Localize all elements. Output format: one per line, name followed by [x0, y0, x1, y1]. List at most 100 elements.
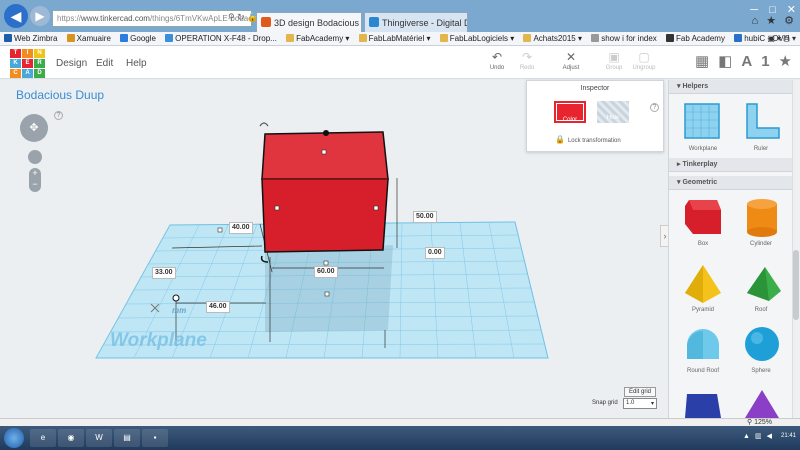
ruler-shape-icon[interactable] [743, 102, 783, 142]
group-button[interactable]: ▣ Group [597, 50, 631, 71]
zoom-in-icon[interactable]: + [32, 168, 37, 178]
favorites-star-icon[interactable]: ★ [766, 15, 776, 27]
cone-shape-icon[interactable] [741, 388, 783, 418]
view-rotate-control[interactable]: ✥ [20, 114, 48, 142]
redo-icon: ↷ [521, 50, 533, 64]
zoom-control[interactable]: + − [29, 168, 41, 192]
round-roof-shape-icon[interactable] [681, 323, 723, 365]
internet-explorer-icon: e [40, 433, 46, 442]
scrollbar-thumb[interactable] [793, 250, 799, 320]
compass-icon: ✥ [29, 122, 39, 134]
fav-dropbox[interactable]: OPERATION X-F48 - Drop... [165, 32, 277, 45]
undo-button[interactable]: ↶ Undo [480, 50, 514, 71]
depth-dimension[interactable]: 40.00 [229, 222, 253, 234]
elevation-dimension[interactable]: 0.00 [425, 247, 445, 259]
help-icon[interactable]: ? [54, 111, 63, 120]
settings-gear-icon[interactable]: ⚙ [784, 15, 794, 27]
taskbar-clock[interactable]: 21:41 [781, 433, 796, 439]
shape-label-workplane: Workplane [688, 146, 718, 152]
taskbar-firefox[interactable]: ◉ [58, 429, 84, 447]
start-button[interactable] [4, 428, 24, 448]
taskbar-word[interactable]: W [86, 429, 112, 447]
browser-tools: ⌂ ★ ⚙ [746, 14, 794, 27]
fav-google[interactable]: Google [120, 32, 156, 45]
edit-grid-button[interactable]: Edit grid [624, 387, 657, 397]
taskbar-explorer[interactable]: ▤ [114, 429, 140, 447]
section-title: Helpers [682, 83, 709, 90]
wedge-shape-icon[interactable] [681, 388, 723, 418]
taskbar-app[interactable]: ▪ [142, 429, 168, 447]
tab-thingiverse[interactable]: Thingiverse - Digital Designs f... [364, 12, 468, 32]
folder-icon: ▤ [123, 433, 131, 442]
unit-label: mm [172, 306, 187, 315]
network-icon[interactable]: ▥ [755, 433, 762, 440]
menu-design[interactable]: Design [56, 58, 87, 69]
position-x-dimension[interactable]: 46.00 [206, 301, 230, 313]
volume-icon[interactable]: ◀ [767, 433, 772, 440]
tab-tinkercad[interactable]: 3D design Bodacious Duup ... [256, 12, 362, 32]
favorites-bar: Web Zimbra Xamuaire Google OPERATION X-F… [0, 32, 800, 46]
workplane-shape-icon[interactable] [683, 102, 723, 142]
inspector-help-icon[interactable]: ? [650, 103, 659, 112]
fav-show-index[interactable]: show i for index [591, 32, 657, 45]
snap-grid-value: 1.0 [626, 400, 635, 406]
favbar-tools[interactable]: ▣ ▾ ⎙ ▾ [767, 32, 796, 45]
section-geometric[interactable]: ▾ Geometric [669, 176, 793, 190]
cylinder-shape-icon[interactable] [741, 196, 783, 238]
home-icon[interactable]: ⌂ [751, 15, 758, 27]
snap-grid-select[interactable]: 1.0 ▾ [623, 398, 657, 409]
fav-xamuaire[interactable]: Xamuaire [66, 32, 111, 45]
sphere-shape-icon[interactable] [741, 323, 783, 365]
fav-web-zimbra[interactable]: Web Zimbra [4, 32, 57, 45]
forward-button[interactable]: ▶ [30, 6, 50, 26]
folder-icon [523, 34, 532, 42]
roof-shape-icon[interactable] [741, 263, 783, 305]
tray-icon[interactable]: ▲ [743, 433, 750, 440]
cube-view-icon[interactable]: ◧ [718, 53, 732, 70]
position-y-dimension[interactable]: 33.00 [152, 267, 176, 279]
tinkercad-logo[interactable]: TIN KER CAD [10, 49, 45, 78]
lock-transformation-toggle[interactable]: 🔒 Lock transformation [555, 135, 621, 144]
adjust-button[interactable]: ✕ Adjust [554, 50, 588, 71]
tinkercad-header: TIN KER CAD Design Edit Help ↶ Undo ↷ Redo… [0, 46, 800, 79]
menu-edit[interactable]: Edit [96, 58, 113, 69]
hubic-icon [734, 34, 743, 42]
height-dimension[interactable]: 50.00 [413, 211, 437, 223]
design-title[interactable]: Bodacious Duup [16, 88, 104, 102]
redo-button[interactable]: ↷ Redo [510, 50, 544, 71]
taskbar-ie[interactable]: e [30, 429, 56, 447]
arrow-right-icon: ▶ [35, 9, 45, 23]
ungroup-button[interactable]: ▢ Ungroup [627, 50, 661, 71]
color-label: Color [562, 117, 578, 123]
fav-fablablogiciels-folder[interactable]: FabLabLogiciels ▾ [439, 32, 514, 45]
fav-fabacademy-folder[interactable]: FabAcademy ▾ [286, 32, 349, 45]
section-tinkerplay[interactable]: ▸ Tinkerplay [669, 158, 793, 172]
fav-fablabmateriel-folder[interactable]: FabLabMatériel ▾ [358, 32, 431, 45]
snap-grid-label: Snap grid [592, 400, 618, 406]
color-swatch[interactable]: Color [554, 101, 586, 123]
fav-achats2015-folder[interactable]: Achats2015 ▾ [523, 32, 582, 45]
search-icon[interactable]: ⚲ [228, 12, 235, 22]
section-helpers[interactable]: ▾ Helpers [669, 80, 793, 94]
fab-academy-icon [666, 34, 675, 42]
collapse-panel-button[interactable]: › [660, 225, 668, 247]
home-view-button[interactable] [28, 150, 42, 164]
width-dimension[interactable]: 60.00 [314, 266, 338, 278]
3d-text-icon[interactable]: A [741, 53, 752, 70]
tool-label: Adjust [562, 65, 580, 71]
refresh-icon[interactable]: ↻ [237, 12, 245, 22]
pyramid-shape-icon[interactable] [681, 263, 723, 305]
number-icon[interactable]: 1 [761, 53, 769, 70]
xamuaire-icon [66, 34, 75, 42]
fav-fab-academy[interactable]: Fab Academy [666, 32, 725, 45]
panel-scrollbar[interactable] [792, 80, 800, 418]
hole-swatch[interactable]: Hole [597, 101, 629, 123]
box-shape-icon[interactable] [681, 196, 723, 238]
shape-label-ruler: Ruler [753, 146, 769, 152]
grid-view-icon[interactable]: ▦ [695, 53, 709, 70]
zoom-out-icon[interactable]: − [32, 179, 37, 189]
address-bar[interactable]: https://www.tinkercad.com/things/6TmVKwA… [52, 10, 252, 27]
back-button[interactable]: ◀ [4, 4, 28, 28]
star-icon[interactable]: ★ [779, 53, 792, 70]
menu-help[interactable]: Help [126, 58, 147, 69]
